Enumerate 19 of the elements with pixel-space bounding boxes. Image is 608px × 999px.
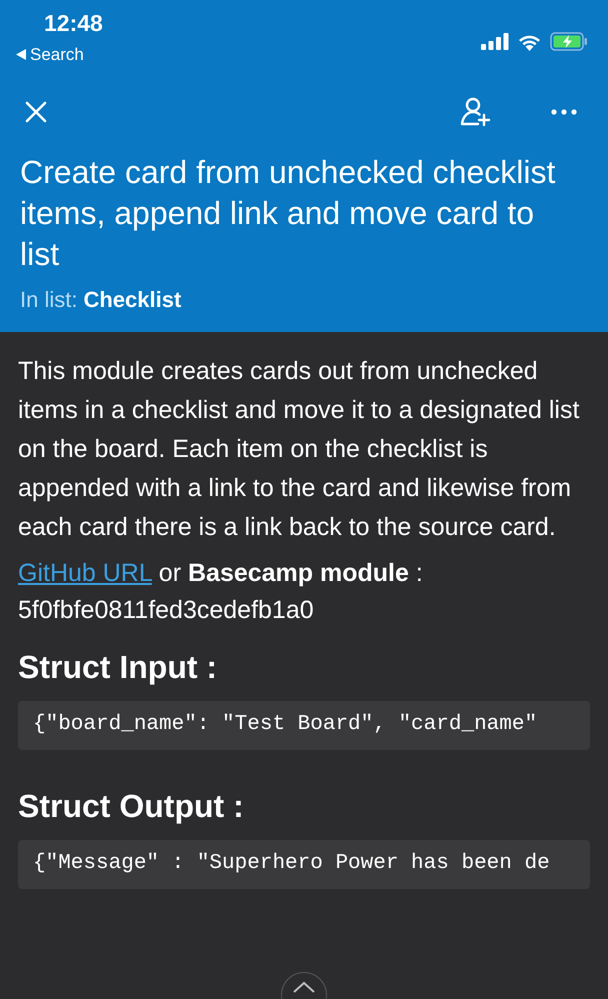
code-text: {"board_name": "Test Board", "card_name" — [33, 712, 538, 738]
close-icon — [24, 100, 48, 124]
github-link[interactable]: GitHub URL — [18, 558, 152, 586]
back-link[interactable]: Search — [16, 42, 103, 68]
source-text: GitHub URL or Basecamp module : 5f0fbfe0811fed3cedefb1a0 — [18, 558, 424, 626]
code-text: {"Message" : "Superhero Power has been de — [33, 851, 550, 878]
chevron-up-icon — [292, 981, 316, 993]
more-icon — [551, 108, 577, 114]
status-time: 12:48 — [43, 9, 103, 38]
list-name: Checklist — [83, 286, 182, 314]
card-title: Create card from unchecked checklist items, append link and move card to list — [20, 152, 556, 274]
add-person-icon — [460, 96, 492, 128]
section-heading: Struct Input : — [18, 648, 218, 687]
back-triangle-icon — [16, 49, 26, 60]
section-heading: Struct Output : — [18, 786, 245, 826]
wifi-icon — [517, 32, 542, 50]
signal-icon — [481, 33, 509, 50]
list-label: In list: — [20, 286, 78, 314]
module-description: This module creates cards out from unchecked items in a checklist and move it to a designated list on the board. Each item on the checklist is appended with a link to the card and likewise from each card there is a link back to the source card. — [18, 356, 580, 542]
